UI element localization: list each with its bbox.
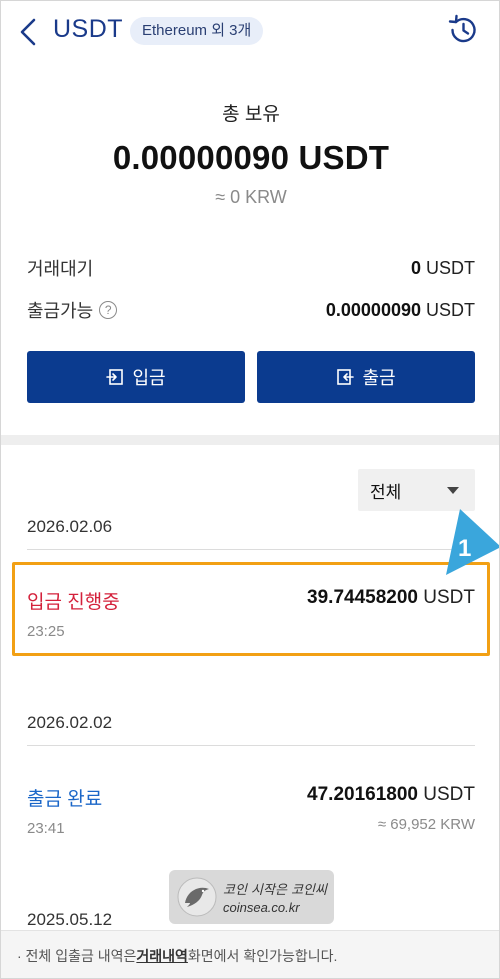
withdraw-icon bbox=[337, 369, 355, 385]
footer-prefix: · 전체 입출금 내역은 bbox=[17, 947, 137, 964]
transaction-status: 출금 완료 bbox=[27, 789, 103, 810]
withdrawable-label: 출금가능 bbox=[27, 301, 94, 321]
history-link[interactable]: 거래내역 bbox=[136, 946, 188, 966]
deposit-icon bbox=[106, 369, 124, 385]
transaction-time: 23:41 bbox=[27, 820, 65, 837]
filter-dropdown[interactable]: 전체 bbox=[358, 469, 475, 511]
watermark-line1: 코인 시작은 코인씨 bbox=[223, 883, 327, 898]
chevron-down-icon bbox=[447, 486, 459, 494]
watermark-line2: coinsea.co.kr bbox=[223, 900, 300, 915]
watermark: 코인 시작은 코인씨 coinsea.co.kr bbox=[169, 870, 334, 924]
section-divider bbox=[1, 435, 499, 445]
deposit-label: 입금 bbox=[132, 368, 166, 388]
screen: USDT Ethereum 외 3개 총 보유 0.00000090 USDT … bbox=[0, 0, 500, 979]
help-icon[interactable]: ? bbox=[99, 301, 118, 319]
back-icon[interactable] bbox=[15, 16, 43, 48]
transaction-amount-number: 47.20161800 bbox=[307, 784, 418, 805]
date-header: 2025.05.12 bbox=[27, 910, 113, 929]
total-holding-amount: 0.00000090 USDT bbox=[112, 139, 390, 176]
withdraw-label: 출금 bbox=[362, 368, 396, 388]
network-badge[interactable]: Ethereum 외 3개 bbox=[130, 17, 264, 45]
deposit-button[interactable]: 입금 bbox=[27, 351, 245, 403]
date-divider bbox=[27, 549, 475, 550]
pending-label: 거래대기 bbox=[27, 259, 94, 279]
date-divider bbox=[27, 745, 475, 746]
pending-unit: USDT bbox=[421, 257, 475, 278]
pending-row: 거래대기 0 USDT bbox=[27, 253, 475, 283]
withdrawable-value: 0.00000090 USDT bbox=[326, 300, 475, 321]
filter-selected: 전체 bbox=[370, 482, 402, 502]
footer-notice: · 전체 입출금 내역은 거래내역 화면에서 확인가능합니다. bbox=[1, 930, 499, 978]
top-bar: USDT Ethereum 외 3개 bbox=[1, 1, 499, 63]
withdraw-button[interactable]: 출금 bbox=[257, 351, 475, 403]
footer-suffix: 화면에서 확인가능합니다. bbox=[187, 947, 338, 964]
withdrawable-label-group: 출금가능 ? bbox=[27, 297, 118, 323]
pending-number: 0 bbox=[410, 257, 421, 278]
transaction-krw: ≈ 69,952 KRW bbox=[377, 816, 475, 833]
withdrawable-number: 0.00000090 bbox=[325, 299, 421, 320]
callout-number: 1 bbox=[458, 535, 471, 562]
transaction-amount: 47.20161800 USDT bbox=[307, 784, 475, 806]
withdrawable-unit: USDT bbox=[421, 299, 475, 320]
date-header: 2026.02.02 bbox=[27, 713, 113, 732]
date-header: 2026.02.06 bbox=[27, 517, 113, 536]
history-icon[interactable] bbox=[446, 13, 480, 47]
total-holding-krw: ≈ 0 KRW bbox=[215, 187, 287, 207]
dolphin-logo-icon bbox=[177, 877, 217, 917]
total-holding-label: 총 보유 bbox=[222, 104, 280, 125]
highlight-box bbox=[12, 562, 490, 656]
withdrawable-row: 출금가능 ? 0.00000090 USDT bbox=[27, 295, 475, 325]
transaction-row[interactable]: 출금 완료 23:41 47.20161800 USDT ≈ 69,952 KR… bbox=[27, 784, 475, 844]
pending-value: 0 USDT bbox=[411, 258, 475, 279]
transaction-amount-unit: USDT bbox=[418, 784, 475, 805]
coin-title: USDT bbox=[53, 15, 124, 43]
callout-arrow-icon: 1 bbox=[446, 509, 499, 575]
